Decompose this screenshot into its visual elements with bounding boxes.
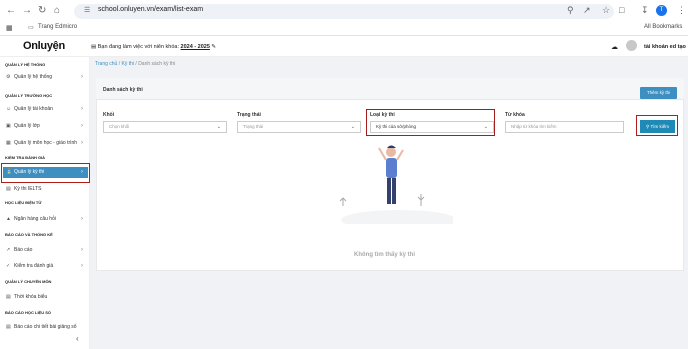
grade-select[interactable]: Chọn khối ⌄ xyxy=(103,121,227,133)
sidebar-item-subjects[interactable]: ▦ Quản lý môn học - giáo trình › xyxy=(3,138,88,149)
chevron-right-icon: › xyxy=(81,106,83,112)
sidebar-item-question-bank[interactable]: ▲ Ngân hàng câu hỏi › xyxy=(3,214,88,225)
download-icon[interactable]: ↧ xyxy=(641,5,649,16)
sidebar-item-assessment[interactable]: ✓ Kiểm tra đánh giá › xyxy=(3,261,88,272)
collapse-sidebar-icon[interactable]: ‹ xyxy=(76,334,79,343)
sidebar-item-label: Quản lý môn học - giáo trình xyxy=(14,140,78,146)
account-name[interactable]: tài khoản ed tạo xyxy=(644,44,686,50)
bank-icon: ▲ xyxy=(6,216,11,222)
section-title: QUẢN LÝ HỆ THỐNG xyxy=(5,62,46,67)
breadcrumb-separator: / xyxy=(135,61,137,67)
menu-icon[interactable]: ⋮ xyxy=(677,5,686,16)
section-title: BÁO CÁO VÀ THỐNG KÊ xyxy=(5,232,53,237)
highlight-box xyxy=(1,163,90,183)
book-icon: ▦ xyxy=(6,140,11,146)
chevron-down-icon: ⌄ xyxy=(216,124,221,130)
sidebar-item-label: Quản lý lớp xyxy=(14,123,40,129)
home-icon[interactable]: ⌂ xyxy=(54,5,60,17)
url-text: school.onluyen.vn/exam/list-exam xyxy=(98,6,204,13)
sidebar-item-classes[interactable]: ▣ Quản lý lớp › xyxy=(3,121,88,132)
sidebar-item-accounts[interactable]: ☺ Quản lý tài khoản › xyxy=(3,104,88,115)
logo[interactable]: Onluyện xyxy=(23,40,65,52)
status-placeholder: Trạng thái xyxy=(243,124,264,129)
forward-icon[interactable]: → xyxy=(22,5,32,17)
grade-placeholder: Chọn khối xyxy=(109,124,130,129)
breadcrumb-exam[interactable]: Kỳ thi xyxy=(122,61,135,67)
browser-chrome: ← → ↻ ⌂ ☰ school.onluyen.vn/exam/list-ex… xyxy=(0,0,688,36)
section-title: HỌC LIỆU ĐIỆN TỬ xyxy=(5,200,42,205)
account-avatar[interactable] xyxy=(626,40,637,51)
chevron-right-icon: › xyxy=(81,74,83,80)
all-bookmarks[interactable]: All Bookmarks xyxy=(644,24,682,30)
status-label: Trạng thái xyxy=(237,112,261,118)
chevron-right-icon: › xyxy=(81,123,83,129)
chevron-down-icon: ⌄ xyxy=(350,124,355,130)
sidebar-item-ielts[interactable]: ▤ Kỳ thi IELTS xyxy=(3,184,88,195)
sidebar-item-system[interactable]: ⚙ Quản lý hệ thống › xyxy=(3,72,88,83)
bookmark-home[interactable]: Trang Edmicro xyxy=(38,24,77,30)
sidebar-item-label: Ngân hàng câu hỏi xyxy=(14,216,56,222)
edit-year-icon[interactable]: ✎ xyxy=(211,44,216,50)
highlight-box xyxy=(636,115,678,136)
add-exam-button[interactable]: Thêm kỳ thi xyxy=(640,87,677,99)
cloud-icon[interactable]: ☁ xyxy=(611,43,618,51)
empty-illustration xyxy=(339,145,453,224)
highlight-box xyxy=(366,109,495,136)
section-title: QUẢN LÝ CHUYÊN MÔN xyxy=(5,279,52,284)
keyword-placeholder: Nhập từ khóa tìm kiếm xyxy=(511,124,557,129)
reload-icon[interactable]: ↻ xyxy=(38,5,46,17)
star-icon[interactable]: ☆ xyxy=(602,5,610,16)
empty-state-text: Không tìm thấy kỳ thi xyxy=(354,252,416,258)
sidebar-item-reports[interactable]: ↗ Báo cáo › xyxy=(3,245,88,256)
apps-icon[interactable]: ▦ xyxy=(6,24,13,32)
school-year: ▤ Bạn đang làm việc với niên khóa: 2024 … xyxy=(91,44,216,50)
site-info-icon[interactable]: ☰ xyxy=(84,5,90,16)
section-title: QUẢN LÝ TRƯỜNG HỌC xyxy=(5,93,53,98)
keyword-input[interactable]: Nhập từ khóa tìm kiếm xyxy=(505,121,624,133)
profile-avatar[interactable]: T xyxy=(656,5,667,16)
sidebar-item-label: Thời khóa biểu xyxy=(14,294,48,300)
breadcrumb-current: Danh sách kỳ thi xyxy=(138,61,176,67)
checklist-icon: ✓ xyxy=(6,263,11,269)
calendar-icon: ▤ xyxy=(91,44,97,50)
sidebar-item-label: Quản lý hệ thống xyxy=(14,74,53,80)
grade-label: Khối xyxy=(103,112,115,118)
breadcrumb-home[interactable]: Trang chủ xyxy=(95,61,117,67)
chevron-right-icon: › xyxy=(81,263,83,269)
school-year-value: 2024 - 2025 xyxy=(180,44,210,50)
school-year-label: Bạn đang làm việc với niên khóa: xyxy=(97,44,179,50)
status-select[interactable]: Trạng thái ⌄ xyxy=(237,121,361,133)
back-icon[interactable]: ← xyxy=(6,5,16,17)
calendar-icon: ▤ xyxy=(6,294,11,300)
card-title: Danh sách kỳ thi xyxy=(103,87,143,93)
sidebar-item-label: Báo cáo chi tiết bài giảng số xyxy=(14,324,77,330)
chevron-right-icon: › xyxy=(81,247,83,253)
document-icon: ▤ xyxy=(6,324,11,330)
card-header xyxy=(96,78,684,100)
sidebar-item-label: Quản lý tài khoản xyxy=(14,106,53,112)
breadcrumb: Trang chủ / Kỳ thi / Danh sách kỳ thi xyxy=(95,61,175,67)
sidebar-item-label: Báo cáo xyxy=(14,247,33,253)
section-title: BÁO CÁO HỌC LIỆU SỐ xyxy=(5,310,52,315)
exam-icon: ▤ xyxy=(6,186,11,192)
sidebar-item-label: Kỳ thi IELTS xyxy=(14,186,42,192)
sidebar-item-label: Kiểm tra đánh giá xyxy=(14,263,54,269)
chart-icon: ↗ xyxy=(6,247,11,253)
breadcrumb-separator: / xyxy=(118,61,121,67)
section-title: KIỂM TRA ĐÁNH GIÁ xyxy=(5,155,46,160)
gear-icon: ⚙ xyxy=(6,74,11,80)
sidebar-item-timetable[interactable]: ▤ Thời khóa biểu xyxy=(3,292,88,303)
sidebar-item-digital-lessons[interactable]: ▤ Báo cáo chi tiết bài giảng số xyxy=(3,322,88,333)
keyword-label: Từ khóa xyxy=(505,112,525,118)
chevron-right-icon: › xyxy=(81,140,83,146)
bookmark-folder-icon: ▭ xyxy=(28,25,34,31)
chevron-right-icon: › xyxy=(81,216,83,222)
user-icon: ☺ xyxy=(6,106,12,112)
extensions-icon[interactable]: □ xyxy=(619,5,624,16)
share-icon[interactable]: ↗ xyxy=(583,5,591,16)
class-icon: ▣ xyxy=(6,123,11,129)
zoom-icon[interactable]: ⚲ xyxy=(567,5,574,16)
